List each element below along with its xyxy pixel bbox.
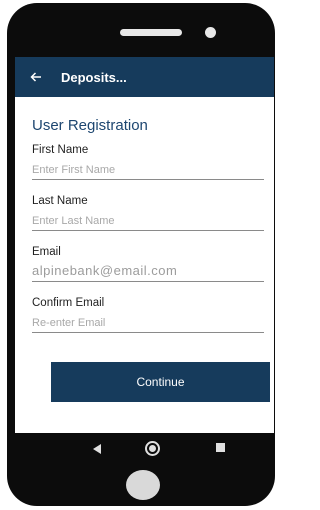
home-button[interactable] (126, 470, 160, 500)
last-name-label: Last Name (32, 195, 88, 207)
form-title: User Registration (32, 117, 148, 134)
last-name-input[interactable] (32, 212, 264, 231)
first-name-label: First Name (32, 144, 89, 156)
speaker-grille (120, 29, 182, 36)
confirm-email-field: Confirm Email (32, 296, 264, 333)
continue-button[interactable]: Continue (51, 362, 270, 402)
registration-form: User Registration First Name Last Name E… (15, 117, 274, 402)
phone-frame: Deposits... User Registration First Name… (7, 3, 275, 506)
email-label: Email (32, 246, 61, 258)
nav-recents-icon[interactable] (216, 443, 225, 452)
first-name-input[interactable] (32, 161, 264, 180)
email-input[interactable]: alpinebank@email.com (32, 263, 264, 282)
nav-back-icon[interactable] (93, 444, 101, 454)
first-name-field: First Name (32, 143, 264, 180)
confirm-email-label: Confirm Email (32, 297, 105, 309)
front-camera (205, 27, 216, 38)
last-name-field: Last Name (32, 194, 264, 231)
email-field: Email alpinebank@email.com (32, 245, 264, 282)
app-screen: Deposits... User Registration First Name… (15, 57, 274, 433)
arrow-left-icon[interactable] (29, 70, 43, 84)
app-bar: Deposits... (15, 57, 274, 97)
confirm-email-input[interactable] (32, 314, 264, 333)
system-nav-bar (7, 433, 275, 467)
page-title: Deposits... (61, 69, 127, 85)
nav-home-icon[interactable] (145, 441, 160, 456)
